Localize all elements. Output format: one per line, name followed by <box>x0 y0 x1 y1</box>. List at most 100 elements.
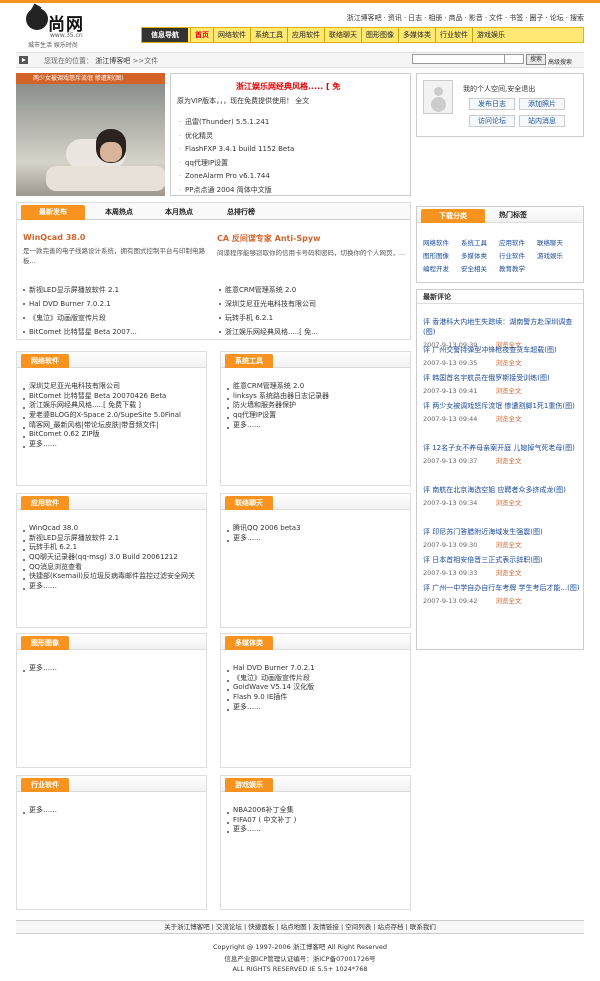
nav-item-7[interactable]: 行业软件 <box>435 28 472 42</box>
category-list-item[interactable]: linksys 系统路由器日志记录器 <box>225 392 410 402</box>
category-list-item[interactable]: 腾讯QQ 2006 beta3 <box>225 524 410 534</box>
category-title[interactable]: 联络聊天 <box>225 496 273 510</box>
category-link[interactable]: 游戏娱乐 <box>537 250 575 263</box>
comment-title[interactable]: 评 香港科大内地生失踪续：湖南警方赴深圳调查(图) <box>423 317 581 337</box>
category-list-item[interactable]: 《鬼泣》动画版宣传片段 <box>225 674 410 684</box>
category-link[interactable]: 网络软件 <box>423 237 461 250</box>
tab-week-hot[interactable]: 本周热点 <box>91 205 147 220</box>
category-list-item[interactable]: NBA2006补丁全集 <box>225 806 410 816</box>
soft-1-title[interactable]: WinQcad 38.0 <box>23 233 213 242</box>
tab-all-rank[interactable]: 总排行榜 <box>213 205 269 220</box>
toplink-5[interactable]: 影音 <box>469 14 483 22</box>
comment-more-link[interactable]: 浏览全文 <box>495 541 521 549</box>
comment-more-link[interactable]: 浏览全文 <box>495 499 521 507</box>
category-list-item[interactable]: 快捷部(Ksemail)反垃圾反病毒邮件监控过滤安全网关 <box>21 572 206 582</box>
category-title[interactable]: 行业软件 <box>21 778 69 792</box>
breadcrumb-site-link[interactable]: 浙江博客吧 <box>95 57 130 65</box>
comment-title[interactable]: 评 两少女被调戏怒斥流氓 惨遭割脚1死1重伤(图) <box>423 401 581 411</box>
nav-item-2[interactable]: 系统工具 <box>250 28 287 42</box>
featured-list-item[interactable]: ZoneAlarm Pro v6.1.744 <box>179 170 409 184</box>
toplink-1[interactable]: 资讯 <box>388 14 402 22</box>
category-list-item[interactable]: GoldWave V5.14 汉化版 <box>225 683 410 693</box>
category-list-item[interactable]: 防火墙和服务器保护 <box>225 401 410 411</box>
category-list-item[interactable]: 更多…… <box>21 582 206 592</box>
add-photo-button[interactable]: 添加照片 <box>519 98 565 110</box>
category-title[interactable]: 网络软件 <box>21 354 69 368</box>
category-list-item[interactable]: Flash 9.0 IE插件 <box>225 693 410 703</box>
category-list-item[interactable]: 更多…… <box>225 703 410 713</box>
latest-list-item[interactable]: 新视LED显示屏播放软件 2.1 <box>21 283 211 297</box>
latest-list-item[interactable]: BitComet 比特彗星 Beta 2007... <box>21 325 211 339</box>
category-link[interactable]: 应用软件 <box>499 237 537 250</box>
toplink-9[interactable]: 论坛 <box>550 14 564 22</box>
latest-list-item[interactable]: 胜意CRM管理系统 2.0 <box>217 283 407 297</box>
featured-title[interactable]: 浙江娱乐网经典风格..... [ 免 <box>236 81 340 92</box>
featured-photo[interactable]: 两少女被调戏怒斥流氓 惨遭割(图) 12345 <box>16 73 165 196</box>
category-list-item[interactable]: Hal DVD Burner 7.0.2.1 <box>225 664 410 674</box>
category-link[interactable]: 多媒体类 <box>461 250 499 263</box>
featured-list-item[interactable]: qq代理IP设置 <box>179 157 409 171</box>
featured-list-item[interactable]: 优化精灵 <box>179 130 409 144</box>
category-link[interactable]: 编程开发 <box>423 263 461 276</box>
search-button[interactable]: 搜索 <box>526 54 546 65</box>
comment-more-link[interactable]: 浏览全文 <box>495 387 521 395</box>
footer-icp[interactable]: 信息产业部ICP管理认证编号：浙ICP备07001726号 <box>0 953 600 963</box>
comment-more-link[interactable]: 浏览全文 <box>495 415 521 423</box>
toplink-7[interactable]: 书签 <box>509 14 523 22</box>
comment-more-link[interactable]: 浏览全文 <box>495 597 521 605</box>
tab-hot-tags[interactable]: 热门标签 <box>499 210 527 220</box>
category-title[interactable]: 应用软件 <box>21 496 69 510</box>
toplink-10[interactable]: 搜索 <box>570 14 584 22</box>
category-list-item[interactable]: 更多…… <box>225 421 410 431</box>
category-list-item[interactable]: 玩转手机 6.2.1 <box>21 543 206 553</box>
category-title[interactable]: 图形图像 <box>21 636 69 650</box>
category-list-item[interactable]: 胜意CRM管理系统 2.0 <box>225 382 410 392</box>
category-list-item[interactable]: 更多…… <box>225 534 410 544</box>
category-list-item[interactable]: 浙江娱乐网经典风格.....[ 免费下载 ] <box>21 401 206 411</box>
category-title[interactable]: 游戏娱乐 <box>225 778 273 792</box>
category-list-item[interactable]: FIFA07 ( 中文补丁 ) <box>225 816 410 826</box>
comment-title[interactable]: 评 日本首相安倍晋三正式表示辞职(图) <box>423 555 581 565</box>
comment-title[interactable]: 评 韩国首名宇航员在俄罗斯接受训练(图) <box>423 373 581 383</box>
nav-item-4[interactable]: 联络聊天 <box>324 28 361 42</box>
category-title[interactable]: 多媒体类 <box>225 636 273 650</box>
toplink-2[interactable]: 日志 <box>408 14 422 22</box>
category-link[interactable]: 系统工具 <box>461 237 499 250</box>
featured-list-item[interactable]: FlashFXP 3.4.1 build 1152 Beta <box>179 143 409 157</box>
nav-item-5[interactable]: 图形图像 <box>361 28 398 42</box>
comment-title[interactable]: 评 12名子女不养母亲案开庭 儿媳掉气死老母(图) <box>423 443 581 453</box>
latest-list-item[interactable]: 《鬼泣》动画版宣传片段 <box>21 311 211 325</box>
featured-list-item[interactable]: 迅雷(Thunder) 5.5.1.241 <box>179 116 409 130</box>
category-title[interactable]: 系统工具 <box>225 354 273 368</box>
search-type-select[interactable] <box>504 54 524 64</box>
category-list-item[interactable]: 更多…… <box>21 440 206 450</box>
comment-more-link[interactable]: 浏览全文 <box>495 457 521 465</box>
toplink-3[interactable]: 相册 <box>428 14 442 22</box>
featured-caption[interactable]: 两少女被调戏怒斥流氓 惨遭割(图) <box>16 73 165 84</box>
comment-title[interactable]: 评 南航在北京海选空姐 应聘者众多挤成龙(图) <box>423 485 581 495</box>
toplink-0[interactable]: 浙江博客吧 <box>347 14 382 22</box>
comment-more-link[interactable]: 浏览全文 <box>495 569 521 577</box>
latest-list-item[interactable]: 玩转手机 6.2.1 <box>217 311 407 325</box>
nav-item-8[interactable]: 游戏娱乐 <box>472 28 509 42</box>
latest-list-item[interactable]: 浙江娱乐网经典风格.....[ 免... <box>217 325 407 339</box>
latest-list-item[interactable]: 深圳艾尼亚光电科技有限公司 <box>217 297 407 311</box>
toplink-8[interactable]: 圈子 <box>530 14 544 22</box>
category-list-item[interactable]: 新视LED显示屏播放软件 2.1 <box>21 534 206 544</box>
nav-item-0[interactable]: 首页 <box>190 28 213 42</box>
toplink-4[interactable]: 商品 <box>449 14 463 22</box>
category-list-item[interactable]: 更多…… <box>21 664 206 674</box>
tab-month-hot[interactable]: 本月热点 <box>151 205 207 220</box>
category-list-item[interactable]: BitComet 比特彗星 Beta 20070426 Beta <box>21 392 206 402</box>
tab-download-categories[interactable]: 下载分类 <box>421 209 485 223</box>
category-list-item[interactable]: 晴客网_最新风格|带论坛皮肤|带音频文件| <box>21 421 206 431</box>
category-list-item[interactable]: 更多…… <box>225 825 410 835</box>
category-list-item[interactable]: 爱老婆BLOG的X-Space 2.0/SupeSite 5.0Final <box>21 411 206 421</box>
comment-title[interactable]: 评 广州交警持弹型冲锋枪夜查货车超载(图) <box>423 345 581 355</box>
comment-title[interactable]: 评 广州一中学自办自行车考牌 学生考后才能...(图) <box>423 583 581 593</box>
visit-forum-button[interactable]: 访问论坛 <box>469 115 515 127</box>
site-logo[interactable]: 尚网 www.35.cn 城市生活 娱乐时尚 <box>26 8 96 49</box>
category-list-item[interactable]: WinQcad 38.0 <box>21 524 206 534</box>
category-list-item[interactable]: 更多…… <box>21 806 206 816</box>
category-link[interactable]: 联络聊天 <box>537 237 575 250</box>
